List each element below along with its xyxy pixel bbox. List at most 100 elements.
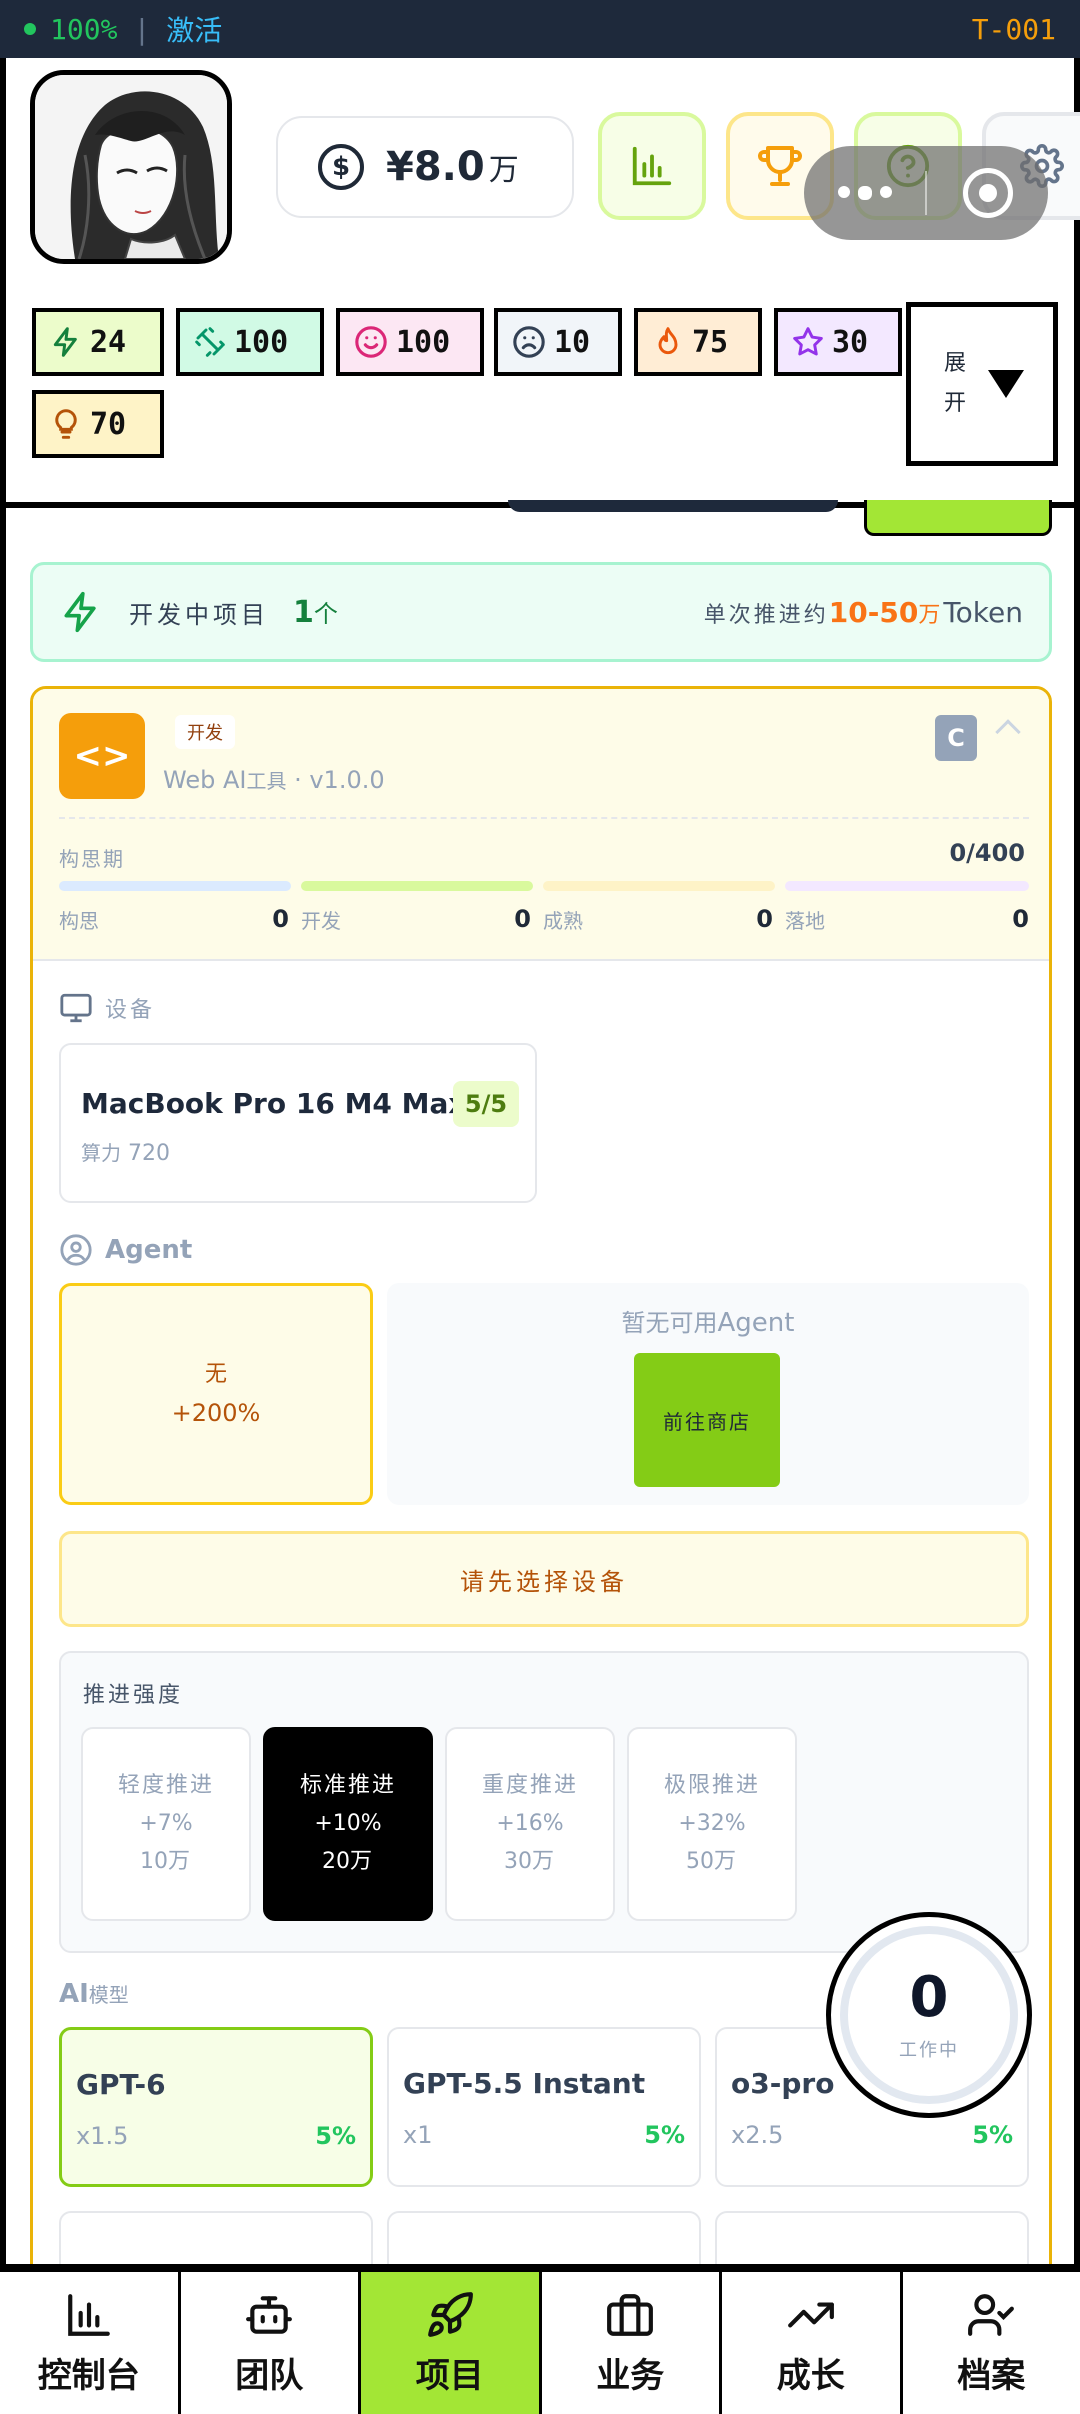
phase-value: 0: [272, 905, 289, 933]
model-option-gpt-6[interactable]: GPT-6 x1.5 5%: [59, 2027, 373, 2187]
stats-button[interactable]: [598, 112, 706, 220]
device-name: MacBook Pro 16 M4 Max: [81, 1087, 467, 1120]
option-name: 重度推进: [481, 1773, 578, 1798]
push-suffix: Token: [943, 595, 1023, 629]
caret-down-icon: [988, 370, 1024, 398]
stat-stress[interactable]: 10: [494, 308, 622, 376]
option-unit: 万: [349, 1849, 374, 1874]
stat-passion[interactable]: 75: [634, 308, 762, 376]
phase-bar-ideation: [59, 881, 291, 891]
lightning-icon: [53, 327, 77, 357]
option-cost: 10: [139, 1849, 168, 1874]
option-unit: 万: [167, 1849, 192, 1874]
robot-icon: [246, 2295, 293, 2334]
intensity-option-light[interactable]: 轻度推进 +7% 10万: [81, 1727, 251, 1921]
nav-label: 业务: [596, 2355, 665, 2396]
intensity-option-extreme[interactable]: 极限推进 +32% 50万: [627, 1727, 797, 1921]
phase-value: 0: [514, 905, 531, 933]
option-name: 轻度推进: [117, 1773, 214, 1798]
section-label: Agent: [105, 1235, 193, 1265]
activate-link[interactable]: 激活: [166, 9, 222, 49]
rocket-icon: [427, 2291, 473, 2337]
avatar[interactable]: [30, 70, 232, 264]
go-to-shop-button[interactable]: 前往商店: [634, 1353, 780, 1487]
option-cost: 20: [321, 1849, 350, 1874]
nav-item-dashboard[interactable]: 控制台: [0, 2272, 181, 2414]
phase-count-ideation: 构思 0: [59, 905, 289, 934]
device-card[interactable]: MacBook Pro 16 M4 Max 5/5 算力 720: [59, 1043, 537, 1203]
count-unit: 个: [313, 600, 338, 628]
option-unit: 万: [531, 1849, 556, 1874]
stat-value: 100: [396, 324, 451, 360]
select-device-warning: 请先选择设备: [59, 1531, 1029, 1627]
phase-count-maturity: 成熟 0: [543, 905, 773, 934]
nav-item-team[interactable]: 团队: [181, 2272, 361, 2414]
status-separator: |: [133, 12, 151, 46]
project-header[interactable]: <> 开发 Web AI工具 · v1.0.0 C 构思期 0/400 构思 0 …: [33, 689, 1049, 961]
model-multiplier: x2.5: [731, 2121, 784, 2149]
status-bar: 100% | 激活 T-001: [0, 0, 1080, 58]
balance-display[interactable]: $ ¥8.0 万: [276, 116, 574, 218]
nav-item-growth[interactable]: 成长: [722, 2272, 903, 2414]
bar-chart-icon: [632, 146, 672, 186]
option-name: 极限推进: [663, 1773, 760, 1798]
bar-chart-icon: [67, 2293, 110, 2336]
trending-up-icon: [787, 2302, 834, 2327]
agent-empty-state: 暂无可用Agent 前往商店: [387, 1283, 1029, 1505]
project-type-tag: 开发: [175, 715, 235, 749]
terminal-id: T-001: [971, 12, 1056, 46]
nav-item-profile[interactable]: 档案: [903, 2272, 1080, 2414]
record-icon: [962, 168, 1013, 218]
model-percent: 5%: [972, 2121, 1013, 2149]
empty-suffix: Agent: [717, 1308, 795, 1338]
nav-label: 档案: [957, 2355, 1026, 2396]
hidden-tab-peek: [508, 500, 838, 512]
count-value: 1: [293, 595, 314, 630]
working-counter-ring: 0 工作中: [840, 1926, 1018, 2104]
more-menu-button[interactable]: [804, 186, 925, 200]
title-prefix: AI: [59, 1979, 89, 2009]
nav-item-projects[interactable]: 项目: [361, 2272, 542, 2414]
option-cost: 30: [503, 1849, 532, 1874]
subtitle-prefix: Web AI: [163, 766, 247, 794]
section-label: 设备: [105, 998, 156, 1023]
subtitle-version: · v1.0.0: [294, 766, 385, 794]
nav-item-business[interactable]: 业务: [542, 2272, 722, 2414]
status-dot: [24, 23, 36, 35]
model-multiplier: x1: [403, 2121, 433, 2149]
battery-percent: 100%: [50, 12, 118, 46]
phase-name: 构思: [59, 909, 99, 933]
miniapp-capsule: [804, 146, 1048, 240]
expand-button[interactable]: 展开: [906, 302, 1058, 466]
stat-inspiration[interactable]: 70: [32, 390, 164, 458]
push-prefix: 单次推进约: [703, 602, 829, 628]
stat-happiness[interactable]: 100: [336, 308, 484, 376]
phase-value: 0: [756, 905, 773, 933]
power-value: 720: [128, 1141, 170, 1166]
chevron-up-icon[interactable]: [995, 719, 1021, 745]
frame-border-right: [1074, 508, 1080, 2270]
phase-label: 构思期: [59, 847, 125, 871]
working-label: 工作中: [899, 2040, 959, 2061]
intensity-option-standard[interactable]: 标准推进 +10% 20万: [263, 1727, 433, 1921]
stat-energy[interactable]: 24: [32, 308, 164, 376]
option-cost: 50: [685, 1849, 714, 1874]
device-section-title: 设备: [59, 991, 155, 1025]
dollar-icon: $: [318, 144, 364, 190]
balance-unit: 万: [488, 153, 519, 188]
intensity-option-heavy[interactable]: 重度推进 +16% 30万: [445, 1727, 615, 1921]
push-estimate: 单次推进约10-50万Token: [704, 596, 1023, 629]
dev-projects-count: 1个: [293, 594, 338, 630]
stat-reputation[interactable]: 30: [774, 308, 902, 376]
ai-model-title: AI模型: [59, 1979, 129, 2009]
agent-none-option[interactable]: 无 +200%: [59, 1283, 373, 1505]
hidden-action-peek: [864, 500, 1052, 536]
option-unit: 万: [713, 1849, 738, 1874]
model-option-gpt-5-5-instant[interactable]: GPT-5.5 Instant x1 5%: [387, 2027, 701, 2187]
flame-icon: [658, 327, 678, 355]
phase-bar-development: [301, 881, 533, 891]
close-miniapp-button[interactable]: [927, 168, 1048, 218]
stat-strength[interactable]: 100: [176, 308, 324, 376]
working-counter-button[interactable]: 0 工作中: [826, 1912, 1032, 2118]
phase-progress: 0/400: [949, 839, 1025, 867]
